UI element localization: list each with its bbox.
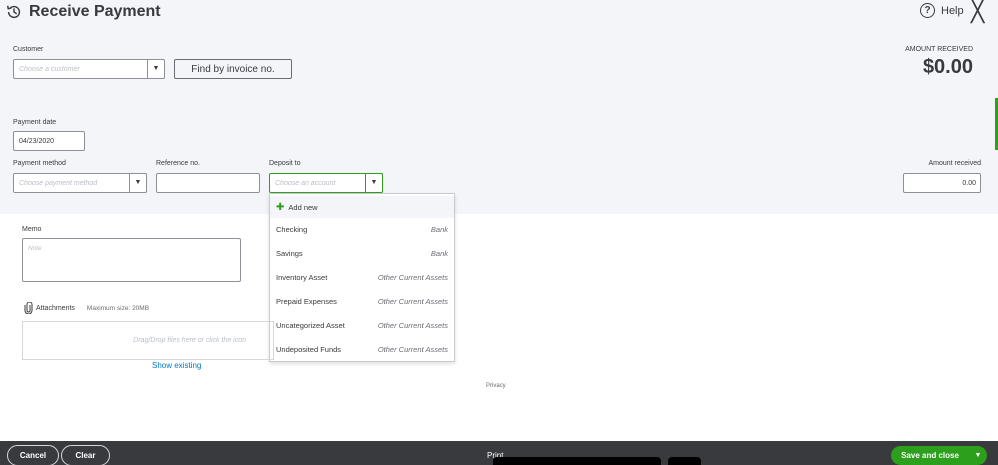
account-option[interactable]: Prepaid Expenses Other Current Assets (270, 290, 454, 312)
chevron-down-icon[interactable]: ▼ (147, 59, 165, 79)
account-type: Other Current Assets (377, 344, 448, 354)
header-section (0, 0, 998, 214)
account-name: Savings (276, 248, 303, 258)
show-existing-link[interactable]: Show existing (152, 361, 201, 370)
payment-date-value: 04/23/2020 (19, 137, 55, 145)
account-type: Bank (430, 248, 448, 258)
attachments-label: Attachments (36, 304, 75, 312)
memo-field[interactable]: Note (22, 238, 241, 282)
history-icon[interactable] (5, 3, 23, 21)
clear-button[interactable]: Clear (61, 445, 110, 465)
deposit-to-select[interactable]: Choose an account ▼ (269, 173, 383, 193)
chevron-down-icon[interactable]: ▼ (969, 452, 987, 459)
account-name: Undeposited Funds (276, 344, 342, 354)
reference-label: Reference no. (156, 160, 200, 167)
chevron-down-icon[interactable]: ▼ (129, 173, 147, 193)
page-header: Receive Payment (5, 3, 161, 21)
payment-date-field[interactable]: 04/23/2020 (13, 131, 85, 151)
account-name: Prepaid Expenses (276, 296, 337, 306)
cancel-button[interactable]: Cancel (7, 445, 59, 465)
payment-method-label: Payment method (13, 160, 66, 167)
account-type: Other Current Assets (377, 320, 448, 330)
help-label: Help (941, 4, 964, 17)
chevron-down-icon[interactable]: ▼ (365, 173, 383, 193)
account-option[interactable]: Uncategorized Asset Other Current Assets (270, 314, 454, 336)
max-size-text: Maximum size: 20MB (86, 304, 150, 312)
deposit-to-dropdown: ✚ Add new Checking Bank Savings Bank Inv… (269, 193, 455, 362)
amount-received-value: $0.00 (922, 56, 973, 78)
account-type: Bank (430, 224, 448, 234)
memo-label: Memo (22, 226, 42, 233)
payment-method-select[interactable]: Choose payment method ▼ (13, 173, 147, 193)
overlay-bar (493, 457, 661, 465)
payment-method-placeholder: Choose payment method (19, 179, 98, 187)
add-new-label: Add new (288, 202, 318, 212)
save-and-close-button[interactable]: Save and close ▼ (891, 446, 987, 465)
account-option[interactable]: Undeposited Funds Other Current Assets (270, 338, 454, 360)
paperclip-icon[interactable] (24, 302, 33, 314)
attachments-header: Attachments Maximum size: 20MB (24, 302, 149, 314)
close-icon[interactable]: ╳ (971, 0, 984, 22)
page-title: Receive Payment (29, 3, 161, 20)
drop-zone-text: Drag/Drop files here or click the icon (133, 337, 246, 344)
account-name: Inventory Asset (276, 272, 328, 282)
customer-label: Customer (13, 46, 44, 53)
amount-received-label: AMOUNT RECEIVED (905, 46, 973, 53)
reference-field[interactable] (156, 173, 260, 193)
deposit-to-label: Deposit to (269, 160, 301, 167)
account-name: Checking (276, 224, 308, 234)
privacy-link[interactable]: Privacy (486, 383, 506, 389)
memo-placeholder: Note (28, 245, 42, 252)
overlay-bar-small (668, 457, 701, 465)
customer-select[interactable]: Choose a customer ▼ (13, 59, 165, 79)
amount-received-field-value: 0.00 (962, 179, 976, 187)
help-button[interactable]: ? Help (920, 3, 964, 18)
account-option[interactable]: Checking Bank (270, 218, 454, 240)
account-name: Uncategorized Asset (276, 320, 345, 330)
attachment-drop-zone[interactable]: Drag/Drop files here or click the icon (22, 321, 274, 360)
customer-placeholder: Choose a customer (19, 65, 80, 73)
find-by-invoice-button[interactable]: Find by invoice no. (174, 59, 292, 79)
account-type: Other Current Assets (377, 272, 448, 282)
add-new-option[interactable]: ✚ Add new (270, 196, 454, 218)
payment-date-label: Payment date (13, 119, 57, 126)
amount-received-field-label: Amount received (928, 160, 981, 167)
account-type: Other Current Assets (377, 296, 448, 306)
account-option[interactable]: Inventory Asset Other Current Assets (270, 266, 454, 288)
save-and-close-label: Save and close (901, 451, 959, 460)
deposit-to-placeholder: Choose an account (275, 179, 336, 187)
account-option[interactable]: Savings Bank (270, 242, 454, 264)
plus-icon: ✚ (276, 201, 285, 213)
amount-received-field[interactable]: 0.00 (903, 173, 981, 193)
help-icon: ? (920, 3, 935, 18)
